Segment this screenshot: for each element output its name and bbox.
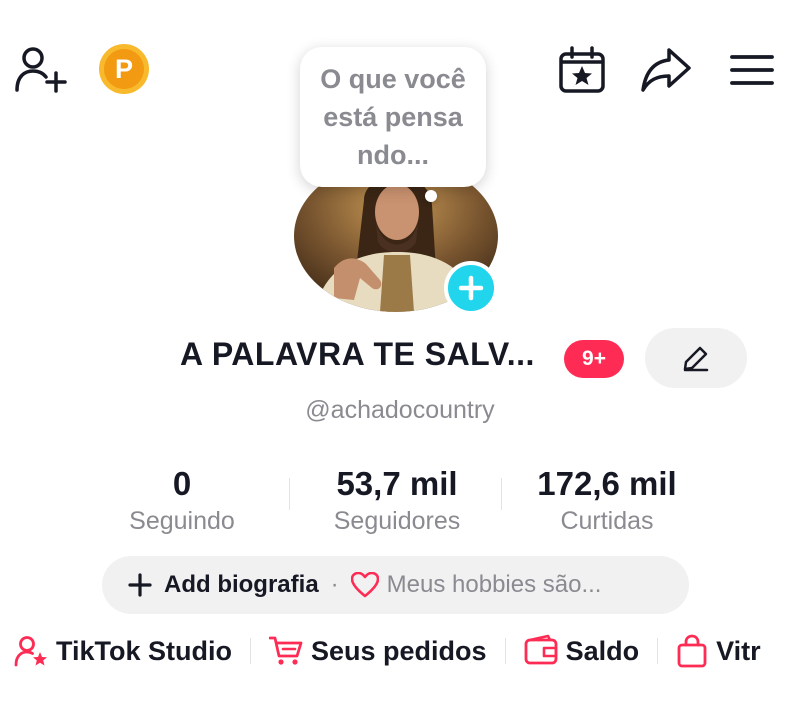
stat-divider: [501, 478, 502, 510]
stat-value: 172,6 mil: [537, 465, 677, 502]
stat-followers[interactable]: 53,7 mil Seguidores: [302, 464, 492, 538]
coins-button[interactable]: P: [98, 43, 150, 95]
stat-value: 53,7 mil: [336, 465, 458, 502]
add-bio-button[interactable]: Add biografia: [164, 571, 319, 599]
coin-letter: P: [115, 54, 133, 84]
person-star-icon: [14, 636, 47, 667]
share-button[interactable]: [638, 43, 694, 97]
edit-profile-button[interactable]: [645, 328, 747, 388]
username: @achadocountry: [305, 396, 495, 424]
share-arrow-icon: [641, 48, 691, 92]
shortcut-orders[interactable]: Seus pedidos: [269, 634, 487, 668]
plus-icon: [128, 573, 152, 597]
shopping-bag-icon: [677, 634, 707, 668]
shortcut-divider: [657, 638, 659, 664]
hobbies-prompt[interactable]: Meus hobbies são...: [387, 571, 602, 599]
hamburger-menu-icon: [730, 55, 774, 85]
stat-label: Seguidores: [333, 507, 461, 535]
plus-icon: [458, 275, 484, 301]
add-avatar-button[interactable]: [444, 261, 498, 315]
display-name: A PALAVRA TE SALV...: [180, 336, 535, 372]
bio-bar[interactable]: Add biografia · Meus hobbies são...: [102, 556, 689, 614]
shortcut-divider: [250, 638, 252, 664]
shortcut-label: Seus pedidos: [311, 635, 487, 666]
stat-following[interactable]: 0 Seguindo: [87, 464, 277, 538]
stat-divider: [289, 478, 290, 510]
calendar-button[interactable]: [555, 43, 609, 97]
status-thought-bubble[interactable]: O que você está pensa ndo...: [300, 47, 486, 187]
stat-label: Seguindo: [129, 507, 235, 535]
bubble-tail-dot: [425, 190, 437, 202]
bio-separator: ·: [330, 571, 339, 598]
calendar-star-icon: [559, 46, 605, 93]
coin-icon: P: [99, 44, 149, 94]
stat-value: 0: [172, 465, 192, 502]
add-friend-button[interactable]: [10, 42, 70, 96]
bubble-text: O que você está pensa ndo...: [320, 64, 466, 170]
shortcut-tiktok-studio[interactable]: TikTok Studio: [14, 634, 232, 668]
cart-icon: [269, 636, 303, 665]
notification-badge: 9+: [564, 340, 624, 378]
shortcut-balance[interactable]: Saldo: [524, 634, 640, 668]
shortcut-label: Saldo: [565, 635, 640, 666]
pencil-icon: [683, 346, 709, 372]
stat-likes[interactable]: 172,6 mil Curtidas: [512, 464, 702, 538]
shortcut-label: Vitr: [716, 635, 761, 666]
stat-label: Curtidas: [560, 507, 654, 535]
menu-button[interactable]: [724, 43, 780, 97]
shortcut-showcase[interactable]: Vitr: [676, 634, 761, 668]
shortcut-divider: [504, 638, 506, 664]
shortcut-label: TikTok Studio: [56, 635, 233, 666]
person-plus-icon: [15, 47, 67, 93]
wallet-icon: [524, 634, 557, 665]
heart-icon: [350, 572, 379, 598]
shortcuts-row: TikTok Studio Seus pedidos Saldo Vitr: [14, 628, 761, 674]
